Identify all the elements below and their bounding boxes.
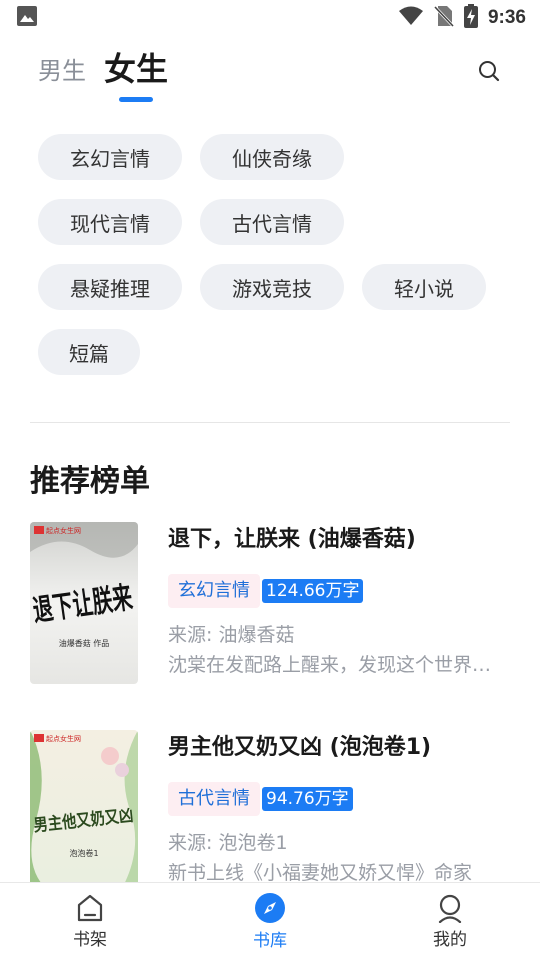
battery-charging-icon — [463, 4, 478, 32]
cover-author: 油爆香菇 作品 — [59, 638, 110, 648]
book-item[interactable]: 起点女生网 退下让朕来 油爆香菇 作品 退下，让朕来 (油爆香菇) 玄幻言情 1… — [30, 522, 510, 684]
category-chip-modern[interactable]: 现代言情 — [38, 199, 182, 245]
cover-author: 泡泡卷1 — [69, 848, 98, 858]
book-category-tag: 玄幻言情 — [168, 574, 260, 608]
section-title: 推荐榜单 — [30, 464, 150, 499]
book-wordcount-badge: 94.76万字 — [262, 787, 353, 811]
book-category-tag: 古代言情 — [168, 782, 260, 816]
status-bar: 9:36 — [0, 0, 540, 36]
divider — [30, 422, 510, 423]
chip-spacer — [362, 134, 486, 135]
nav-bookshelf-label: 书架 — [73, 930, 107, 950]
status-time: 9:36 — [487, 7, 526, 28]
cover-publisher: 起点女生网 — [46, 526, 81, 535]
tab-male[interactable]: 男生 — [38, 51, 86, 110]
category-chip-ancient[interactable]: 古代言情 — [200, 199, 344, 245]
book-cover[interactable]: 起点女生网 退下让朕来 油爆香菇 作品 — [30, 522, 138, 684]
profile-icon — [438, 894, 462, 923]
compass-icon — [255, 893, 285, 923]
nav-profile[interactable]: 我的 — [390, 893, 510, 950]
gallery-notification-icon — [16, 5, 38, 31]
nav-profile-label: 我的 — [433, 930, 467, 950]
book-tags: 古代言情 94.76万字 — [168, 782, 508, 816]
gender-tabs: 男生 女生 — [38, 50, 168, 110]
nav-library-label: 书库 — [253, 931, 287, 951]
book-tags: 玄幻言情 124.66万字 — [168, 574, 508, 608]
tab-active-indicator — [119, 97, 153, 102]
bookshelf-icon — [77, 894, 103, 922]
wifi-icon — [398, 6, 424, 30]
chip-spacer — [362, 199, 486, 200]
nav-library[interactable]: 书库 — [210, 892, 330, 951]
bottom-nav: 书架 书库 我的 — [0, 882, 540, 960]
book-title: 男主他又奶又凶 (泡泡卷1) — [168, 735, 432, 760]
book-info: 退下，让朕来 (油爆香菇) 玄幻言情 124.66万字 来源: 油爆香菇 沈棠在… — [168, 522, 508, 680]
category-chip-xuanhuan[interactable]: 玄幻言情 — [38, 134, 182, 180]
no-sim-icon — [433, 5, 455, 31]
tab-female-label: 女生 — [104, 50, 169, 88]
book-source: 来源: 油爆香菇 — [168, 624, 295, 646]
book-title: 退下，让朕来 (油爆香菇) — [168, 527, 416, 552]
category-chip-xianxia[interactable]: 仙侠奇缘 — [200, 134, 344, 180]
book-cover[interactable]: 起点女生网 男主他又奶又凶 泡泡卷1 — [30, 730, 138, 892]
book-description: 沈棠在发配路上醒来，发现这个世界的文字人人都能修炼… — [168, 654, 502, 676]
book-source: 来源: 泡泡卷1 — [168, 832, 288, 854]
book-info: 男主他又奶又凶 (泡泡卷1) 古代言情 94.76万字 来源: 泡泡卷1 新书上… — [168, 730, 508, 888]
book-item[interactable]: 起点女生网 男主他又奶又凶 泡泡卷1 男主他又奶又凶 (泡泡卷1) 古代言情 9… — [30, 730, 510, 892]
cover-publisher: 起点女生网 — [46, 734, 81, 743]
category-chip-mystery[interactable]: 悬疑推理 — [38, 264, 182, 310]
tab-female[interactable]: 女生 — [104, 44, 168, 110]
category-chip-short[interactable]: 短篇 — [38, 329, 140, 375]
book-wordcount-badge: 124.66万字 — [262, 579, 364, 603]
search-icon — [479, 61, 500, 82]
category-chip-light-novel[interactable]: 轻小说 — [362, 264, 486, 310]
category-chips: 玄幻言情 仙侠奇缘 现代言情 古代言情 悬疑推理 游戏竞技 轻小说 短篇 — [38, 134, 508, 375]
search-button[interactable] — [474, 56, 504, 86]
category-chip-gaming[interactable]: 游戏竞技 — [200, 264, 344, 310]
nav-bookshelf[interactable]: 书架 — [30, 893, 150, 950]
